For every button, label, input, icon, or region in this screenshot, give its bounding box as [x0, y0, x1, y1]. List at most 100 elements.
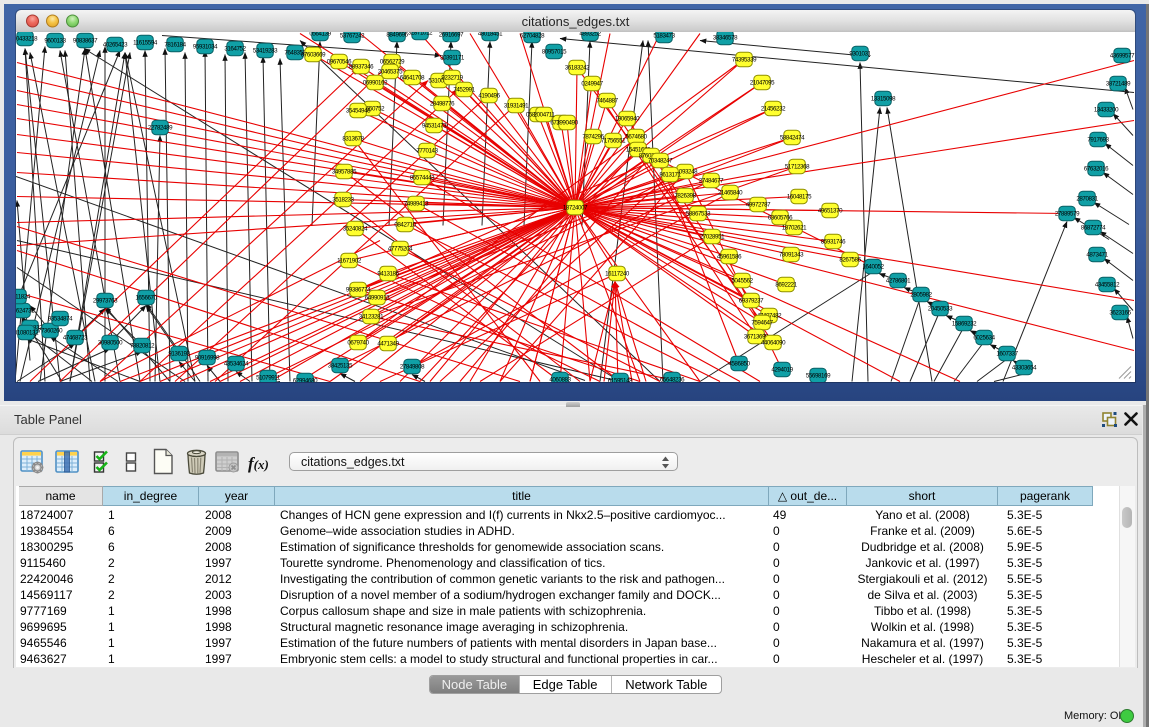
svg-text:71756551: 71756551: [601, 137, 626, 144]
svg-text:8267586: 8267586: [839, 256, 861, 263]
svg-text:40265423: 40265423: [103, 41, 128, 48]
svg-text:7816184: 7816184: [164, 41, 186, 48]
svg-text:72624731: 72624731: [16, 307, 35, 314]
svg-text:36183242: 36183242: [565, 64, 590, 71]
svg-text:86872774: 86872774: [1081, 224, 1106, 231]
svg-text:67632016: 67632016: [1084, 165, 1109, 172]
svg-text:9413186: 9413186: [377, 270, 399, 277]
svg-text:90838637: 90838637: [73, 37, 98, 44]
svg-text:26916697: 26916697: [439, 32, 464, 39]
svg-text:4294019: 4294019: [771, 366, 793, 373]
svg-text:49651370: 49651370: [818, 207, 843, 214]
svg-text:61595148: 61595148: [608, 377, 633, 382]
svg-text:43455812: 43455812: [1095, 281, 1120, 288]
svg-text:7452991: 7452991: [453, 86, 475, 93]
svg-text:7464887: 7464887: [596, 97, 618, 104]
svg-text:5045562: 5045562: [731, 277, 753, 284]
svg-text:1656670: 1656670: [135, 294, 157, 301]
svg-text:35454948: 35454948: [346, 107, 371, 114]
svg-text:0679740: 0679740: [347, 339, 369, 346]
svg-text:81080132: 81080132: [16, 329, 39, 336]
svg-text:06990162: 06990162: [363, 79, 388, 86]
svg-text:11671902: 11671902: [337, 257, 362, 264]
svg-text:90916998: 90916998: [195, 354, 220, 361]
svg-text:53767242: 53767242: [340, 32, 365, 39]
svg-text:10433218: 10433218: [16, 35, 38, 42]
svg-text:74395339: 74395339: [732, 56, 757, 63]
svg-text:21456232: 21456232: [761, 105, 786, 112]
svg-text:38721489: 38721489: [1106, 80, 1131, 87]
svg-text:31931491: 31931491: [504, 102, 529, 109]
svg-text:38425135: 38425135: [328, 362, 353, 369]
svg-text:64990913: 64990913: [365, 294, 390, 301]
svg-text:95931034: 95931034: [193, 43, 218, 50]
svg-text:58867533: 58867533: [686, 210, 711, 217]
svg-text:22782489: 22782489: [148, 124, 173, 131]
svg-text:38346578: 38346578: [713, 34, 738, 41]
svg-text:8313678: 8313678: [342, 135, 364, 142]
svg-text:27889579: 27889579: [1055, 210, 1080, 217]
svg-text:2805982: 2805982: [910, 291, 932, 298]
svg-text:93534874: 93534874: [48, 315, 73, 322]
svg-text:7770143: 7770143: [416, 147, 438, 154]
svg-text:45961586: 45961586: [717, 253, 742, 260]
svg-text:34123281: 34123281: [359, 313, 384, 320]
svg-text:70348247: 70348247: [648, 157, 673, 164]
svg-text:4893252: 4893252: [579, 32, 601, 38]
svg-text:78091343: 78091343: [779, 251, 804, 258]
svg-text:80957015: 80957015: [542, 48, 567, 55]
svg-text:21047095: 21047095: [750, 79, 775, 86]
svg-text:3518233: 3518233: [332, 196, 354, 203]
svg-text:27849808: 27849808: [400, 363, 425, 370]
svg-text:43699577: 43699577: [1110, 52, 1135, 59]
svg-text:27028951: 27028951: [700, 233, 725, 240]
svg-text:64641708: 64641708: [400, 74, 425, 81]
svg-text:16048175: 16048175: [787, 193, 812, 200]
svg-text:2004711: 2004711: [534, 111, 556, 118]
svg-text:99386774: 99386774: [346, 286, 371, 293]
svg-text:5183473: 5183473: [653, 32, 675, 39]
svg-text:2870831: 2870831: [1076, 195, 1098, 202]
svg-text:4586850: 4586850: [728, 360, 750, 367]
svg-text:18724007: 18724007: [563, 204, 588, 211]
svg-text:13315098: 13315098: [871, 95, 896, 102]
svg-text:29973763: 29973763: [93, 297, 118, 304]
svg-text:78820812: 78820812: [130, 342, 155, 349]
svg-text:51079911: 51079911: [256, 374, 281, 381]
svg-text:3164752: 3164752: [224, 45, 246, 52]
svg-text:85931746: 85931746: [821, 238, 846, 245]
svg-text:48018451: 48018451: [478, 32, 503, 38]
svg-text:58842474: 58842474: [780, 134, 805, 141]
svg-text:3990490: 3990490: [556, 119, 578, 126]
svg-text:87603669: 87603669: [301, 51, 326, 58]
svg-text:9301031: 9301031: [849, 50, 871, 57]
svg-text:49972787: 49972787: [746, 201, 771, 208]
svg-text:8692221: 8692221: [775, 281, 797, 288]
svg-text:21465840: 21465840: [718, 189, 743, 196]
svg-text:51712368: 51712368: [785, 163, 810, 170]
svg-text:5674680: 5674680: [625, 133, 647, 140]
svg-text:4471349: 4471349: [377, 340, 399, 347]
svg-text:0842710: 0842710: [394, 221, 416, 228]
svg-text:30391171: 30391171: [440, 54, 465, 61]
svg-text:28498776: 28498776: [430, 100, 455, 107]
svg-text:0564139: 0564139: [309, 32, 331, 38]
svg-text:85574443: 85574443: [410, 174, 435, 181]
svg-text:7594647: 7594647: [751, 319, 773, 326]
svg-text:88937346: 88937346: [349, 63, 374, 70]
svg-text:4190496: 4190496: [478, 92, 500, 99]
svg-text:55698169: 55698169: [806, 372, 831, 379]
svg-text:9232719: 9232719: [441, 74, 463, 81]
svg-text:65648236: 65648236: [660, 376, 685, 382]
svg-text:8849696: 8849696: [386, 32, 408, 39]
svg-text:19065940: 19065940: [615, 115, 640, 122]
svg-text:74989413: 74989413: [404, 200, 429, 207]
svg-text:9136193: 9136193: [168, 350, 190, 357]
svg-text:8613171: 8613171: [659, 171, 681, 178]
svg-text:69379237: 69379237: [739, 297, 764, 304]
svg-text:94531473: 94531473: [422, 122, 447, 129]
svg-text:35240824: 35240824: [343, 225, 368, 232]
svg-text:43534624: 43534624: [224, 360, 249, 367]
svg-text:1640052: 1640052: [862, 263, 884, 270]
svg-text:77360260: 77360260: [38, 327, 63, 334]
